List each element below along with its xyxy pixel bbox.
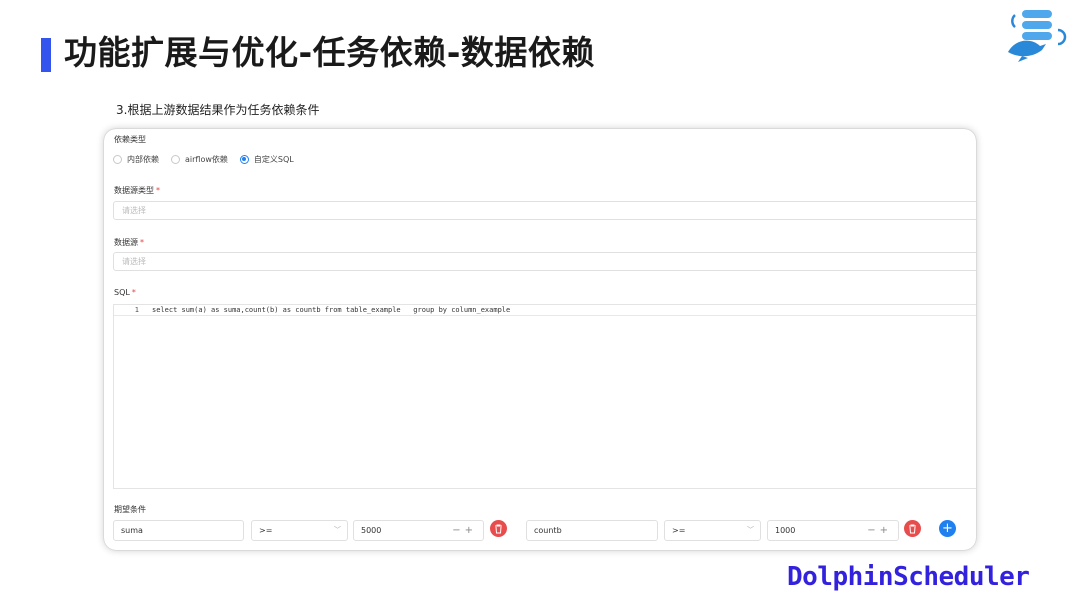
line-number: 1: [134, 306, 139, 314]
condition-value-stepper[interactable]: 1000 −+: [767, 520, 899, 541]
expected-condition-label: 期望条件: [114, 505, 146, 514]
radio-internal-dependency[interactable]: 内部依赖: [113, 154, 159, 165]
field-value: countb: [534, 526, 562, 535]
radio-custom-sql[interactable]: 自定义SQL: [239, 154, 294, 165]
delete-condition-button[interactable]: [490, 520, 507, 537]
field-value: suma: [121, 526, 143, 535]
minus-plus-icon[interactable]: −+: [452, 521, 477, 540]
add-condition-button[interactable]: +: [939, 520, 956, 537]
database-dolphin-icon: [1008, 10, 1067, 62]
chevron-down-icon: ﹀: [747, 526, 754, 534]
brand-wordmark: DolphinScheduler: [787, 562, 1030, 592]
sql-label: SQL *: [114, 288, 136, 297]
sql-editor[interactable]: 1 select sum(a) as suma,count(b) as coun…: [113, 304, 976, 489]
dependency-type-label: 依赖类型: [114, 135, 146, 144]
datasource-label: 数据源 *: [114, 238, 144, 247]
delete-condition-button[interactable]: [904, 520, 921, 537]
condition-field-input[interactable]: suma: [113, 520, 244, 541]
sql-code: select sum(a) as suma,count(b) as countb…: [152, 306, 511, 314]
stepper-value: 5000: [361, 526, 382, 535]
minus-plus-icon[interactable]: −+: [867, 521, 892, 540]
radio-circle-selected: [239, 154, 249, 164]
radio-airflow-dependency[interactable]: airflow依赖: [171, 154, 228, 165]
datasource-type-select[interactable]: 请选择: [113, 201, 976, 220]
stepper-value: 1000: [775, 526, 796, 535]
condition-operator-select[interactable]: >= ﹀: [251, 520, 348, 541]
trash-icon: [909, 524, 916, 533]
condition-value-stepper[interactable]: 5000 −+: [353, 520, 484, 541]
datasource-type-label: 数据源类型 *: [114, 186, 160, 195]
condition-operator-select[interactable]: >= ﹀: [664, 520, 761, 541]
page-title: 功能扩展与优化-任务依赖-数据依赖: [64, 33, 595, 72]
radio-label: 自定义SQL: [253, 154, 294, 164]
select-placeholder: 请选择: [122, 206, 146, 215]
dependency-type-radio-group: 内部依赖 airflow依赖 自定义SQL: [113, 152, 306, 166]
datasource-select[interactable]: 请选择: [113, 252, 976, 271]
code-line: 1 select sum(a) as suma,count(b) as coun…: [114, 305, 976, 316]
trash-icon: [495, 524, 502, 533]
radio-label: airflow依赖: [185, 154, 228, 164]
operator-value: >=: [259, 526, 273, 535]
radio-label: 内部依赖: [127, 154, 159, 164]
select-placeholder: 请选择: [122, 257, 146, 266]
chevron-down-icon: ﹀: [334, 526, 341, 534]
slide-subtitle: 3.根据上游数据结果作为任务依赖条件: [116, 103, 320, 117]
task-dependency-form: 依赖类型 内部依赖 airflow依赖 自定义SQL 数据源类型 * 请选择 数据…: [104, 129, 976, 550]
radio-circle: [171, 154, 180, 164]
radio-circle: [113, 154, 122, 164]
operator-value: >=: [672, 526, 686, 535]
title-accent-bar: [41, 38, 51, 72]
condition-field-input[interactable]: countb: [526, 520, 658, 541]
